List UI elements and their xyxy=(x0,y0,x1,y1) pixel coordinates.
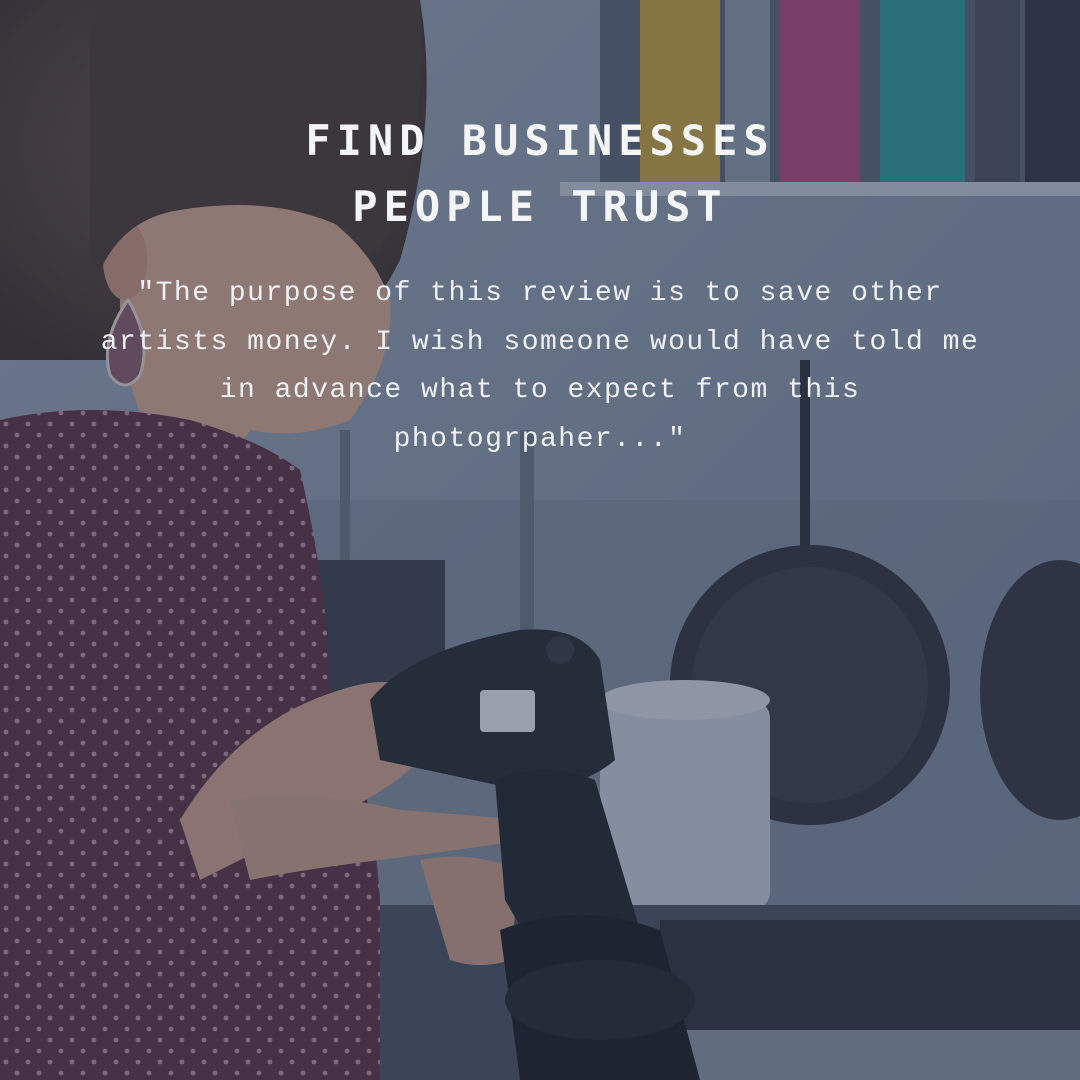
review-quote: "The purpose of this review is to save o… xyxy=(100,278,980,455)
headline-line-1: FIND BUSINESSES xyxy=(305,116,775,165)
social-post-card: FIND BUSINESSES PEOPLE TRUST "The purpos… xyxy=(0,0,1080,1080)
headline: FIND BUSINESSES PEOPLE TRUST xyxy=(0,108,1080,240)
headline-line-2: PEOPLE TRUST xyxy=(352,182,728,231)
